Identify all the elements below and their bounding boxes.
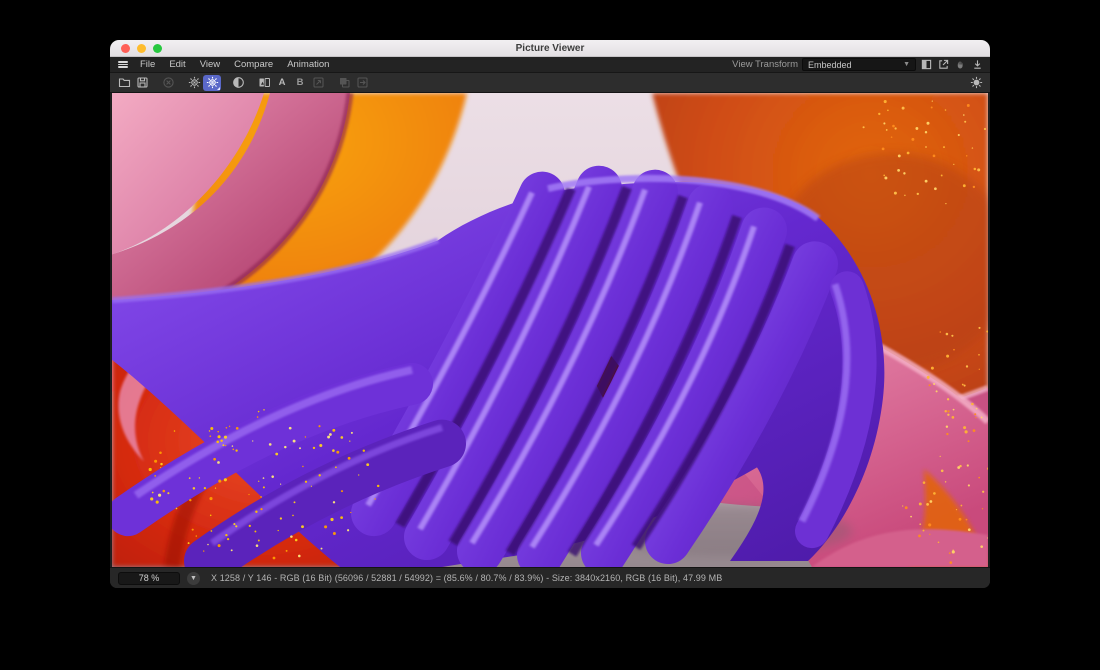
menu-compare[interactable]: Compare (227, 59, 280, 70)
zoom-dropdown-button[interactable]: ▼ (187, 572, 200, 585)
traffic-lights (121, 44, 162, 53)
swap-ab-icon[interactable] (309, 75, 327, 91)
menu-bar: File Edit View Compare Animation View Tr… (110, 57, 990, 73)
pan-hand-icon[interactable] (954, 58, 967, 71)
open-image-button[interactable] (115, 75, 133, 91)
hamburger-menu-icon[interactable] (116, 59, 130, 70)
desktop-background: Picture Viewer File Edit View Compare An… (0, 0, 1100, 670)
version-b-button[interactable]: B (291, 75, 309, 91)
close-window-button[interactable] (121, 44, 130, 53)
view-transform-select[interactable]: Embedded ▼ (802, 58, 916, 71)
view-transform-value: Embedded (808, 60, 852, 70)
window-title: Picture Viewer (110, 43, 990, 54)
split-view-icon[interactable] (920, 58, 933, 71)
zoom-level-input[interactable] (118, 572, 180, 585)
status-bar: ▼ X 1258 / Y 146 - RGB (16 Bit) (56096 /… (110, 567, 990, 588)
copy-image-icon[interactable] (335, 75, 353, 91)
export-image-icon[interactable] (353, 75, 371, 91)
filter-gear-button[interactable] (203, 75, 221, 91)
rendered-image (112, 93, 988, 567)
menu-animation[interactable]: Animation (280, 59, 336, 70)
render-settings-icon[interactable] (967, 75, 985, 91)
version-a-button[interactable]: A (273, 75, 291, 91)
pixel-info-text: X 1258 / Y 146 - RGB (16 Bit) (56096 / 5… (211, 573, 722, 583)
render-settings-gear-button[interactable] (185, 75, 203, 91)
compare-toggle-icon[interactable] (229, 75, 247, 91)
toolbar: A B (110, 73, 990, 93)
save-image-button[interactable] (133, 75, 151, 91)
view-transform-label: View Transform (732, 59, 798, 70)
chevron-down-icon: ▼ (903, 61, 910, 68)
cancel-render-button[interactable] (159, 75, 177, 91)
picture-viewer-window: Picture Viewer File Edit View Compare An… (110, 40, 990, 588)
popout-window-icon[interactable] (937, 58, 950, 71)
ab-split-icon[interactable] (255, 75, 273, 91)
menu-file[interactable]: File (133, 59, 162, 70)
zoom-window-button[interactable] (153, 44, 162, 53)
menu-edit[interactable]: Edit (162, 59, 192, 70)
minimize-window-button[interactable] (137, 44, 146, 53)
menu-view[interactable]: View (193, 59, 227, 70)
download-icon[interactable] (971, 58, 984, 71)
image-viewport[interactable] (110, 93, 990, 567)
window-titlebar[interactable]: Picture Viewer (110, 40, 990, 57)
